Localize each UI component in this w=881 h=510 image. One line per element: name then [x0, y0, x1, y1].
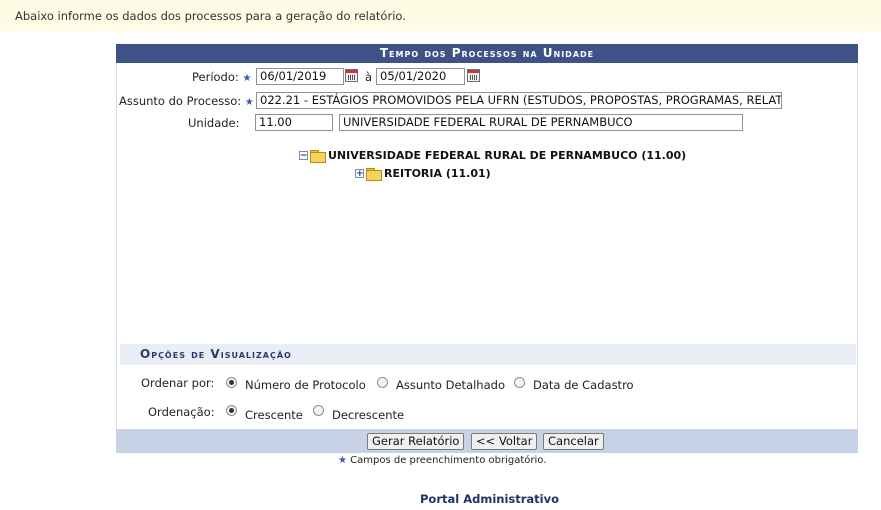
- panel-title: Tempo dos Processos na Unidade: [116, 44, 858, 63]
- radio-data-cadastro[interactable]: [514, 377, 525, 388]
- required-star-icon: ★: [242, 73, 252, 84]
- radio-crescente[interactable]: [226, 405, 237, 416]
- info-message: Abaixo informe os dados dos processos pa…: [0, 0, 881, 31]
- periodo-fim-input[interactable]: 05/01/2020: [376, 68, 465, 85]
- required-star-icon: ★: [244, 97, 254, 108]
- periodo-inicio-input[interactable]: 06/01/2019: [256, 68, 344, 85]
- radio-assunto-detalhado-label[interactable]: Assunto Detalhado: [396, 378, 505, 392]
- radio-decrescente-label[interactable]: Decrescente: [332, 408, 404, 422]
- radio-numero-protocolo-label[interactable]: Número de Protocolo: [245, 378, 366, 392]
- gerar-relatorio-button[interactable]: Gerar Relatório: [367, 433, 465, 450]
- voltar-button[interactable]: << Voltar: [471, 433, 538, 450]
- required-note-text: Campos de preenchimento obrigatório.: [350, 455, 547, 466]
- button-bar: Gerar Relatório << Voltar Cancelar: [116, 429, 858, 453]
- calendar-icon-fim[interactable]: [467, 69, 480, 82]
- unidade-label: Unidade:: [188, 116, 240, 130]
- ordenacao-label: Ordenação:: [148, 405, 215, 419]
- collapse-icon[interactable]: −: [299, 151, 308, 161]
- radio-decrescente[interactable]: [313, 405, 324, 416]
- tree-node-root-label[interactable]: UNIVERSIDADE FEDERAL RURAL DE PERNAMBUCO…: [328, 149, 686, 162]
- report-form-panel: Tempo dos Processos na Unidade Período: …: [116, 44, 858, 454]
- radio-assunto-detalhado[interactable]: [377, 377, 388, 388]
- unidade-codigo-input[interactable]: 11.00: [255, 114, 333, 131]
- assunto-label: Assunto do Processo: ★: [119, 94, 254, 108]
- portal-administrativo-link[interactable]: Portal Administrativo: [420, 492, 559, 506]
- radio-data-cadastro-label[interactable]: Data de Cadastro: [533, 378, 634, 392]
- options-header: Opções de Visualização: [120, 344, 856, 365]
- folder-icon: [310, 149, 326, 163]
- radio-numero-protocolo[interactable]: [226, 377, 237, 388]
- unidade-nome-input[interactable]: UNIVERSIDADE FEDERAL RURAL DE PERNAMBUCO: [339, 114, 743, 131]
- periodo-label: Período: ★: [192, 70, 251, 84]
- radio-crescente-label[interactable]: Crescente: [245, 408, 303, 422]
- expand-icon[interactable]: +: [355, 169, 364, 179]
- required-fields-note: ★ Campos de preenchimento obrigatório.: [338, 455, 546, 466]
- folder-icon: [366, 167, 382, 181]
- form-body: Período: ★ 06/01/2019 à 05/01/2020 Assun…: [116, 63, 858, 429]
- tree-node-reitoria-label[interactable]: REITORIA (11.01): [384, 167, 491, 180]
- periodo-label-text: Período:: [192, 70, 239, 84]
- tree-node-root[interactable]: − UNIVERSIDADE FEDERAL RURAL DE PERNAMBU…: [299, 149, 686, 163]
- ordenar-label: Ordenar por:: [141, 376, 215, 390]
- tree-node-reitoria[interactable]: + REITORIA (11.01): [355, 167, 491, 181]
- assunto-input[interactable]: 022.21 - ESTÁGIOS PROMOVIDOS PELA UFRN (…: [256, 92, 782, 109]
- periodo-separador: à: [365, 70, 373, 84]
- assunto-label-text: Assunto do Processo:: [119, 94, 242, 108]
- required-star-icon: ★: [338, 455, 347, 466]
- calendar-icon-inicio[interactable]: [345, 69, 358, 82]
- cancelar-button[interactable]: Cancelar: [543, 433, 604, 450]
